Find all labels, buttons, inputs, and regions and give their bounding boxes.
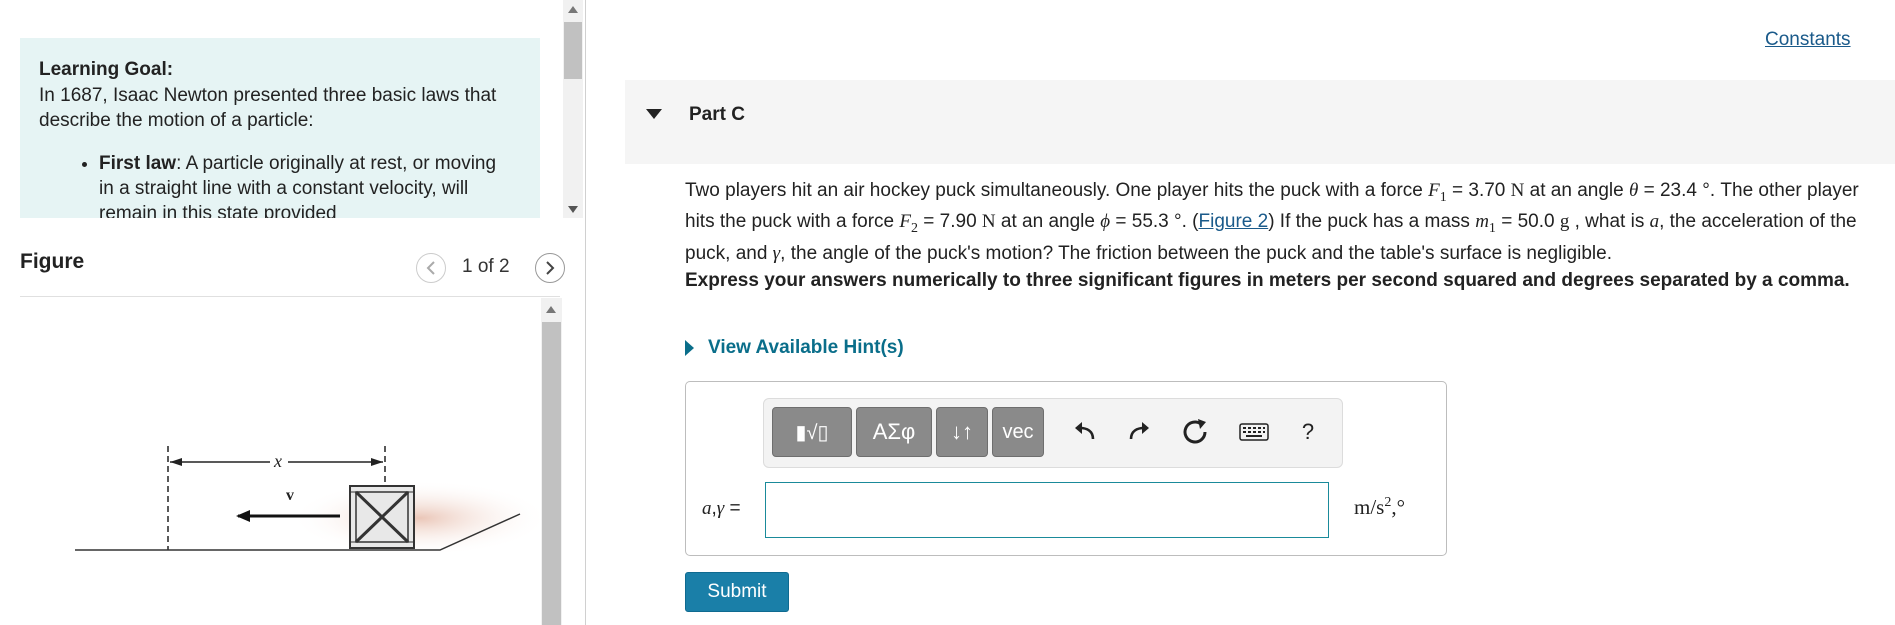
caret-down-icon[interactable] bbox=[646, 109, 662, 119]
part-header[interactable] bbox=[625, 80, 1895, 164]
laws-list: First law: A particle originally at rest… bbox=[59, 151, 499, 218]
figure-next-button[interactable] bbox=[535, 253, 565, 283]
caret-right-icon bbox=[685, 340, 694, 356]
pane-divider[interactable] bbox=[585, 0, 586, 625]
templates-button[interactable]: ▮√▯ bbox=[772, 407, 852, 457]
velocity-label: v bbox=[286, 487, 294, 504]
arrows-button[interactable]: ↓↑ bbox=[936, 407, 988, 457]
list-item: First law: A particle originally at rest… bbox=[99, 151, 499, 218]
scroll-down-arrow-icon[interactable] bbox=[568, 206, 578, 213]
answer-variables-label: a,γ = bbox=[702, 498, 741, 519]
distance-label: x bbox=[273, 451, 282, 471]
figure-image: x v bbox=[75, 446, 540, 556]
law-name: First law bbox=[99, 153, 177, 174]
redo-button[interactable] bbox=[1122, 414, 1156, 450]
figure-link[interactable]: Figure 2 bbox=[1199, 211, 1269, 232]
view-hints-link[interactable]: View Available Hint(s) bbox=[685, 337, 904, 359]
part-title[interactable]: Part C bbox=[689, 104, 745, 126]
arrowhead-icon bbox=[236, 510, 250, 522]
scroll-up-arrow-icon[interactable] bbox=[568, 6, 578, 13]
undo-button[interactable] bbox=[1068, 414, 1102, 450]
help-button[interactable]: ? bbox=[1296, 414, 1320, 450]
answer-units: m/s2,° bbox=[1354, 495, 1405, 519]
figure-header-rule bbox=[20, 296, 560, 297]
chevron-left-icon bbox=[426, 261, 435, 275]
figure-page-counter: 1 of 2 bbox=[462, 256, 510, 277]
reset-button[interactable] bbox=[1178, 414, 1212, 450]
figure-title: Figure bbox=[20, 250, 85, 273]
hint-label[interactable]: View Available Hint(s) bbox=[708, 337, 904, 359]
undo-icon bbox=[1075, 422, 1095, 440]
scroll-up-arrow-icon[interactable] bbox=[546, 306, 556, 313]
learning-goal-intro: In 1687, Isaac Newton presented three ba… bbox=[39, 85, 497, 131]
figure-scrollbar-thumb[interactable] bbox=[542, 322, 561, 625]
submit-button[interactable]: Submit bbox=[685, 572, 789, 612]
crate-icon bbox=[349, 485, 415, 549]
question-text: Two players hit an air hockey puck simul… bbox=[685, 180, 1859, 264]
keyboard-button[interactable] bbox=[1236, 414, 1272, 450]
answer-instructions: Express your answers numerically to thre… bbox=[685, 270, 1850, 291]
reset-icon bbox=[1183, 419, 1207, 444]
keyboard-icon bbox=[1239, 423, 1269, 441]
vector-button[interactable]: vec bbox=[992, 407, 1044, 457]
constants-link[interactable]: Constants bbox=[1765, 29, 1851, 51]
arrowhead-icon bbox=[371, 458, 383, 466]
learning-goal-panel: Learning Goal: In 1687, Isaac Newton pre… bbox=[20, 38, 540, 218]
chevron-right-icon bbox=[546, 261, 555, 275]
learning-goal-title: Learning Goal: bbox=[39, 59, 174, 80]
goal-scrollbar-thumb[interactable] bbox=[564, 22, 582, 79]
answer-input[interactable] bbox=[765, 482, 1329, 538]
figure-prev-button[interactable] bbox=[416, 253, 446, 283]
redo-icon bbox=[1129, 422, 1149, 440]
greek-symbols-button[interactable]: ΑΣφ bbox=[856, 407, 932, 457]
arrowhead-icon bbox=[170, 458, 182, 466]
